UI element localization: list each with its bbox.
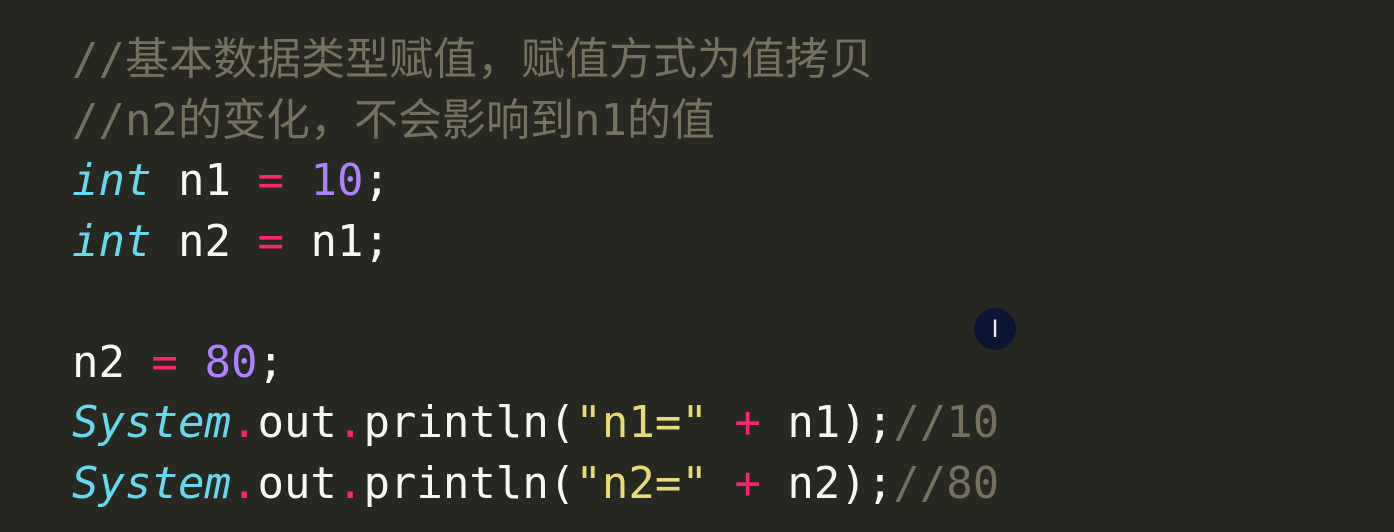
type-keyword: int — [72, 155, 152, 206]
code-line-1: //基本数据类型赋值，赋值方式为值拷贝 — [72, 30, 1394, 91]
comment: //10 — [893, 397, 1000, 448]
number-literal: 10 — [310, 155, 364, 206]
cursor-glyph: I — [991, 315, 999, 343]
text-cursor-icon: I — [974, 308, 1016, 350]
field: out — [257, 397, 337, 448]
code-line-5-empty — [72, 272, 1394, 333]
comment: //基本数据类型赋值，赋值方式为值拷贝 — [72, 34, 873, 85]
method-call: println( — [363, 397, 576, 448]
string-literal: "n1=" — [575, 397, 708, 448]
operator: + — [734, 457, 761, 509]
variable-ref: n1 — [310, 215, 364, 267]
code-line-8: System.out.println("n2=" + n2);//80 — [72, 454, 1394, 515]
operator: = — [257, 215, 284, 267]
comment: //80 — [893, 457, 1000, 509]
variable: n1 — [177, 155, 231, 206]
semicolon: ; — [257, 336, 284, 388]
semicolon: ; — [363, 215, 390, 267]
semicolon: ; — [363, 155, 390, 206]
variable: n2 — [177, 215, 231, 267]
argument: n1); — [787, 397, 894, 448]
dot: . — [336, 457, 364, 509]
type-keyword: int — [72, 215, 152, 267]
field: out — [257, 457, 337, 509]
class-name: System — [72, 397, 231, 448]
string-literal: "n2=" — [575, 457, 708, 509]
code-editor[interactable]: //基本数据类型赋值，赋值方式为值拷贝 //n2的变化，不会影响到n1的值 in… — [0, 0, 1394, 532]
code-line-3: int n1 = 10; — [72, 151, 1394, 212]
dot: . — [336, 397, 364, 448]
comment: //n2的变化，不会影响到n1的值 — [72, 94, 715, 146]
code-line-7: System.out.println("n1=" + n1);//10 — [72, 393, 1394, 454]
variable: n2 — [72, 336, 125, 388]
class-name: System — [72, 457, 231, 509]
operator: = — [151, 336, 178, 388]
method-call: println( — [363, 457, 576, 509]
operator: + — [734, 397, 761, 448]
code-line-6: n2 = 80; — [72, 333, 1394, 394]
operator: = — [257, 155, 284, 206]
number-literal: 80 — [204, 336, 258, 388]
code-line-4: int n2 = n1; — [72, 212, 1394, 273]
argument: n2); — [787, 457, 894, 509]
code-line-2: //n2的变化，不会影响到n1的值 — [72, 91, 1394, 152]
dot: . — [230, 397, 258, 448]
dot: . — [230, 457, 258, 509]
